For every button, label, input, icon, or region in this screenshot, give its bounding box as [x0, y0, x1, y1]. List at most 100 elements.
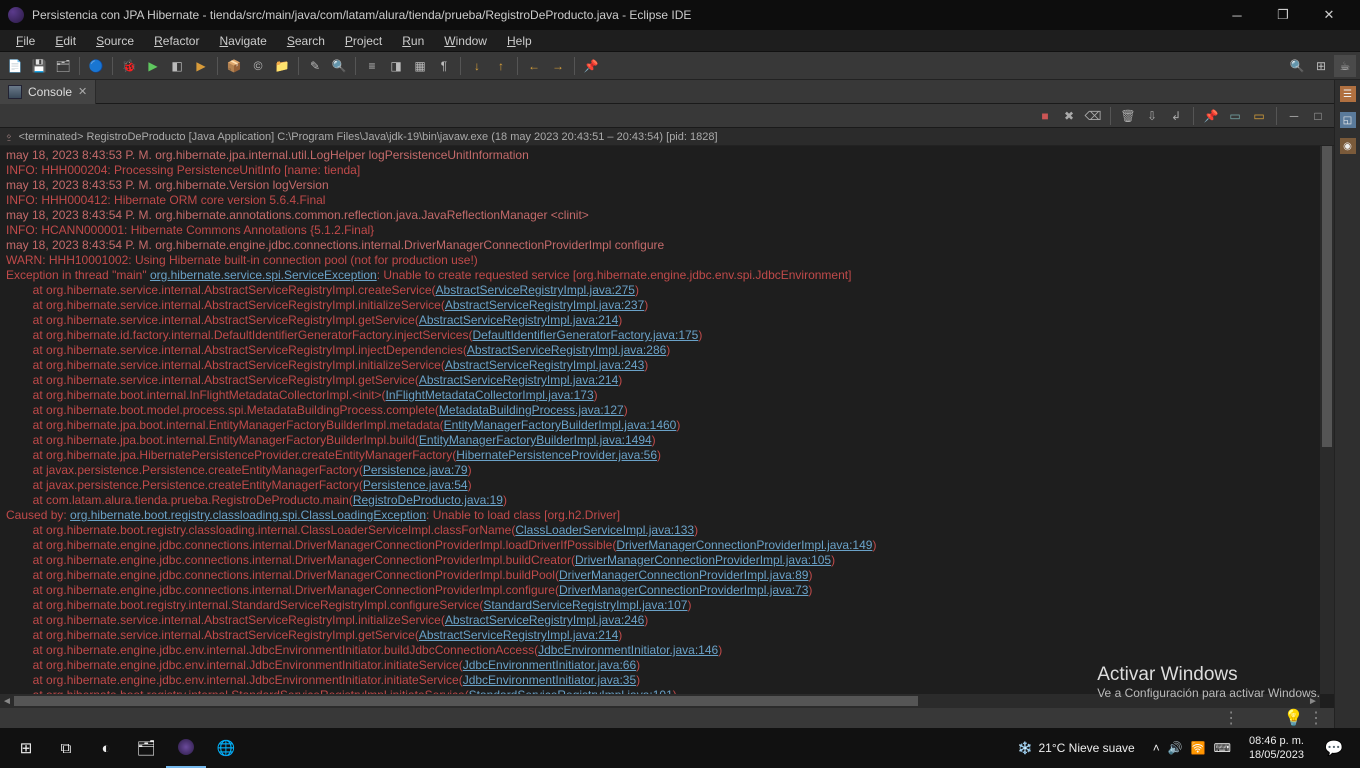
minimize-view-icon[interactable]: ─	[1284, 106, 1304, 126]
stack-link[interactable]: JdbcEnvironmentInitiator.java:35	[463, 673, 636, 687]
toggle-breadcrumb-icon[interactable]: ≡	[361, 55, 383, 77]
close-tab-icon[interactable]: ✕	[78, 85, 87, 98]
save-all-icon[interactable]: 🗂	[52, 55, 74, 77]
file-explorer-icon[interactable]: 🗂	[126, 728, 166, 768]
stack-link[interactable]: Persistence.java:54	[363, 478, 468, 492]
console-content[interactable]: may 18, 2023 8:43:53 P. M. org.hibernate…	[0, 146, 1318, 708]
back-icon[interactable]: ←	[523, 55, 545, 77]
stack-link[interactable]: ClassLoaderServiceImpl.java:133	[515, 523, 694, 537]
stack-link[interactable]: DefaultIdentifierGeneratorFactory.java:1…	[472, 328, 698, 342]
stack-link[interactable]: EntityManagerFactoryBuilderImpl.java:146…	[444, 418, 677, 432]
stack-link[interactable]: HibernatePersistenceProvider.java:56	[456, 448, 657, 462]
show-whitespace-icon[interactable]: ¶	[433, 55, 455, 77]
stack-link[interactable]: DriverManagerConnectionProviderImpl.java…	[575, 553, 831, 567]
search-icon[interactable]: 🔍	[328, 55, 350, 77]
weather-widget[interactable]: ❄️ 21°C Nieve suave	[1008, 741, 1145, 755]
start-button[interactable]: ⊞	[6, 728, 46, 768]
pin-console-icon[interactable]: 📌	[1201, 106, 1221, 126]
new-icon[interactable]: 📄	[4, 55, 26, 77]
close-button[interactable]: ✕	[1306, 0, 1352, 30]
stack-link[interactable]: AbstractServiceRegistryImpl.java:214	[419, 628, 618, 642]
menu-edit[interactable]: Edit	[45, 32, 86, 50]
horizontal-scrollbar[interactable]: ◄ ►	[0, 694, 1320, 708]
debug-icon[interactable]: 🐞	[118, 55, 140, 77]
remove-launch-icon[interactable]: ✖	[1059, 106, 1079, 126]
chrome-icon[interactable]: 🌐	[206, 728, 246, 768]
task-list-icon[interactable]: ☰	[1340, 86, 1356, 102]
stack-link[interactable]: DriverManagerConnectionProviderImpl.java…	[559, 583, 808, 597]
menu-refactor[interactable]: Refactor	[144, 32, 209, 50]
toggle-mark-icon[interactable]: ◨	[385, 55, 407, 77]
stack-link[interactable]: org.hibernate.boot.registry.classloading…	[70, 508, 426, 522]
pin-editor-icon[interactable]: 📌	[580, 55, 602, 77]
bookmark-icon[interactable]: ◉	[1340, 138, 1356, 154]
system-tray[interactable]: ˄ 🔊 🛜 ⌨	[1145, 741, 1239, 755]
stack-link[interactable]: AbstractServiceRegistryImpl.java:286	[467, 343, 666, 357]
stack-link[interactable]: EntityManagerFactoryBuilderImpl.java:149…	[419, 433, 652, 447]
terminate-icon[interactable]: ■	[1035, 106, 1055, 126]
network-icon[interactable]: 🛜	[1191, 741, 1206, 755]
stack-link[interactable]: AbstractServiceRegistryImpl.java:237	[445, 298, 644, 312]
scroll-lock-icon[interactable]: ⇩	[1142, 106, 1162, 126]
coverage-icon[interactable]: ◧	[166, 55, 188, 77]
menu-navigate[interactable]: Navigate	[209, 32, 276, 50]
tip-icon[interactable]: 💡	[1284, 708, 1304, 728]
eclipse-taskbar-icon[interactable]	[166, 728, 206, 768]
open-type-icon[interactable]: 🔵	[85, 55, 107, 77]
stack-link[interactable]: AbstractServiceRegistryImpl.java:246	[445, 613, 644, 627]
prev-annotation-icon[interactable]: ↑	[490, 55, 512, 77]
stack-link[interactable]: RegistroDeProducto.java:19	[353, 493, 503, 507]
stack-link[interactable]: AbstractServiceRegistryImpl.java:214	[419, 313, 618, 327]
quick-access-icon[interactable]: 🔍	[1286, 55, 1308, 77]
remove-all-icon[interactable]: ⌫	[1083, 106, 1103, 126]
open-console-icon[interactable]: ▭	[1249, 106, 1269, 126]
run-last-icon[interactable]: ▶	[190, 55, 212, 77]
open-task-icon[interactable]: ✎	[304, 55, 326, 77]
menu-file[interactable]: File	[6, 32, 45, 50]
outline-icon[interactable]: ◱	[1340, 112, 1356, 128]
stack-link[interactable]: org.hibernate.service.spi.ServiceExcepti…	[150, 268, 377, 282]
stack-link[interactable]: StandardServiceRegistryImpl.java:107	[483, 598, 687, 612]
app-league-icon[interactable]: ◐	[86, 728, 126, 768]
forward-icon[interactable]: →	[547, 55, 569, 77]
console-body[interactable]: may 18, 2023 8:43:53 P. M. org.hibernate…	[0, 146, 1334, 708]
stack-link[interactable]: AbstractServiceRegistryImpl.java:243	[445, 358, 644, 372]
stack-link[interactable]: DriverManagerConnectionProviderImpl.java…	[559, 568, 808, 582]
console-tab[interactable]: Console ✕	[0, 80, 96, 104]
stack-link[interactable]: InFlightMetadataCollectorImpl.java:173	[386, 388, 594, 402]
tray-chevron-icon[interactable]: ˄	[1153, 741, 1160, 755]
minimize-button[interactable]: ─	[1214, 0, 1260, 30]
menu-window[interactable]: Window	[434, 32, 497, 50]
stack-link[interactable]: JdbcEnvironmentInitiator.java:66	[463, 658, 636, 672]
volume-icon[interactable]: 🔊	[1168, 741, 1183, 755]
scroll-right-icon[interactable]: ►	[1306, 694, 1320, 708]
stack-link[interactable]: JdbcEnvironmentInitiator.java:146	[538, 643, 718, 657]
maximize-view-icon[interactable]: □	[1308, 106, 1328, 126]
maximize-button[interactable]: ❐	[1260, 0, 1306, 30]
menu-source[interactable]: Source	[86, 32, 144, 50]
word-wrap-icon[interactable]: ↲	[1166, 106, 1186, 126]
java-perspective-icon[interactable]: ☕︎	[1334, 55, 1356, 77]
save-icon[interactable]: 💾	[28, 55, 50, 77]
menu-help[interactable]: Help	[497, 32, 542, 50]
notifications-icon[interactable]: 💬	[1314, 728, 1354, 768]
scroll-left-icon[interactable]: ◄	[0, 694, 14, 708]
next-annotation-icon[interactable]: ↓	[466, 55, 488, 77]
stack-link[interactable]: AbstractServiceRegistryImpl.java:275	[436, 283, 635, 297]
toggle-block-icon[interactable]: ▦	[409, 55, 431, 77]
clear-console-icon[interactable]: 🗑	[1118, 106, 1138, 126]
menu-run[interactable]: Run	[392, 32, 434, 50]
stack-link[interactable]: MetadataBuildingProcess.java:127	[439, 403, 624, 417]
new-java-icon[interactable]: 📦	[223, 55, 245, 77]
menu-search[interactable]: Search	[277, 32, 335, 50]
stack-link[interactable]: Persistence.java:79	[363, 463, 468, 477]
taskbar-clock[interactable]: 08:46 p. m. 18/05/2023	[1239, 734, 1314, 762]
vertical-scrollbar[interactable]	[1320, 146, 1334, 694]
stack-link[interactable]: AbstractServiceRegistryImpl.java:214	[419, 373, 618, 387]
task-view-icon[interactable]: ⧉	[46, 728, 86, 768]
stack-link[interactable]: DriverManagerConnectionProviderImpl.java…	[616, 538, 872, 552]
display-selected-icon[interactable]: ▭	[1225, 106, 1245, 126]
open-perspective-icon[interactable]: ⊞	[1310, 55, 1332, 77]
language-icon[interactable]: ⌨	[1214, 741, 1231, 755]
new-package-icon[interactable]: 📁	[271, 55, 293, 77]
